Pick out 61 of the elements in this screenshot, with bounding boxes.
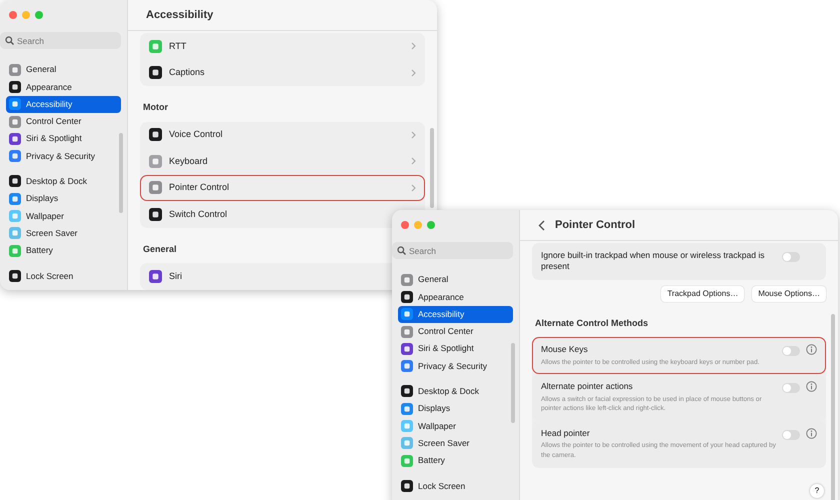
sidebar-item[interactable]: Lock Screen xyxy=(398,477,513,495)
section-heading: Motor xyxy=(143,101,168,114)
zoom-button[interactable] xyxy=(427,221,435,229)
chevron-icon xyxy=(411,42,416,50)
sidebar-item[interactable]: Lock Screen xyxy=(6,267,121,285)
minimize-button[interactable] xyxy=(22,11,30,19)
help-button[interactable]: ? xyxy=(810,484,824,498)
options-button[interactable]: Mouse Options… xyxy=(752,286,826,302)
chevron-icon xyxy=(411,157,416,166)
sidebar-item[interactable]: Accessibility xyxy=(398,306,513,323)
sidebar-item[interactable]: Privacy & Security xyxy=(6,147,121,165)
sidebar-item[interactable]: Battery xyxy=(398,452,513,470)
setting-label: Mouse Keys xyxy=(541,344,589,356)
minimize-button[interactable] xyxy=(414,221,422,229)
settings-row[interactable]: Keyboard xyxy=(140,148,425,174)
section-heading: Alternate Control Methods xyxy=(535,316,648,330)
sidebar-item[interactable]: Displays xyxy=(398,400,513,418)
sidebar-item[interactable]: Screen Saver xyxy=(398,434,513,452)
chevron-icon xyxy=(411,130,416,139)
sidebar-item[interactable]: Desktop & Dock xyxy=(398,382,513,400)
sidebar-item[interactable]: Battery xyxy=(6,242,121,260)
search-field[interactable]: Search xyxy=(392,242,513,259)
sidebar-item[interactable]: General xyxy=(6,61,121,78)
toggle-switch[interactable] xyxy=(782,383,800,394)
info-icon[interactable] xyxy=(806,381,817,392)
sidebar-item[interactable]: Control Center xyxy=(6,112,121,130)
sidebar-item[interactable]: Privacy & Security xyxy=(398,357,513,375)
sidebar-item[interactable]: Control Center xyxy=(398,322,513,340)
window-title: Accessibility xyxy=(146,8,214,23)
setting-label: Head pointer xyxy=(541,428,591,440)
options-button[interactable]: Trackpad Options… xyxy=(661,286,744,302)
sidebar-item[interactable]: Wallpaper xyxy=(398,417,513,435)
window-title: Pointer Control xyxy=(555,218,636,233)
toggle-switch[interactable] xyxy=(782,252,800,262)
search-field[interactable]: Search xyxy=(0,32,121,49)
toggle-switch[interactable] xyxy=(782,430,800,440)
sidebar-item[interactable]: Displays xyxy=(6,190,121,208)
close-button[interactable] xyxy=(401,221,409,229)
info-icon[interactable] xyxy=(806,428,817,440)
section-heading: General xyxy=(143,242,177,256)
chevron-icon xyxy=(411,68,416,77)
back-icon[interactable] xyxy=(538,220,545,230)
settings-row[interactable]: RTT xyxy=(140,33,425,60)
sidebar-item[interactable]: Appearance xyxy=(398,288,513,306)
settings-row[interactable]: Pointer Control xyxy=(140,174,425,201)
setting-label: Ignore built-in trackpad when mouse or wireless trackpad is present xyxy=(541,250,766,273)
zoom-button[interactable] xyxy=(35,11,43,19)
sidebar-item[interactable]: Desktop & Dock xyxy=(6,172,121,190)
sidebar-item[interactable]: Siri & Spotlight xyxy=(398,340,513,358)
sidebar-item[interactable]: Screen Saver xyxy=(6,224,121,242)
info-icon[interactable] xyxy=(806,344,817,356)
sidebar-item[interactable]: Appearance xyxy=(6,78,121,96)
setting-label: Alternate pointer actions xyxy=(541,381,634,393)
sidebar-item[interactable]: Siri & Spotlight xyxy=(6,130,121,148)
chevron-icon xyxy=(411,184,416,192)
settings-row[interactable]: Captions xyxy=(140,60,425,86)
settings-row[interactable]: Voice Control xyxy=(140,122,425,148)
sidebar-item[interactable]: Wallpaper xyxy=(6,207,121,225)
sidebar-item[interactable]: Accessibility xyxy=(6,96,121,113)
toggle-switch[interactable] xyxy=(782,346,800,356)
close-button[interactable] xyxy=(9,11,17,19)
